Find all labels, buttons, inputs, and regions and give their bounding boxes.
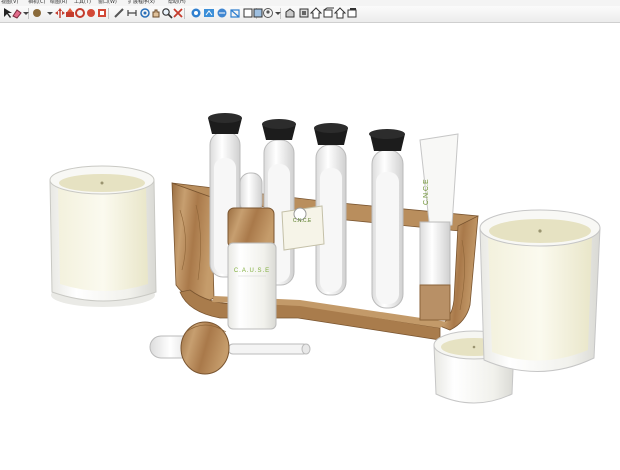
front-view-icon[interactable] bbox=[310, 7, 322, 19]
right-candle[interactable] bbox=[479, 209, 601, 372]
left-view-icon[interactable] bbox=[346, 7, 358, 19]
xray-icon[interactable] bbox=[203, 7, 215, 19]
model-viewport[interactable]: C.N.C.E C.A.U.S.E C.N.C.E bbox=[0, 23, 620, 466]
menu-item-0[interactable]: 视图(V) bbox=[1, 0, 18, 5]
dropdown-icon[interactable] bbox=[44, 7, 53, 19]
dropper-label: C.A.U.S.E bbox=[234, 268, 270, 274]
back-edges-icon[interactable] bbox=[216, 7, 228, 19]
top-view-icon[interactable] bbox=[298, 7, 310, 19]
menu-item-1[interactable]: 相机(C) bbox=[28, 0, 45, 5]
toolbar bbox=[0, 6, 620, 23]
loose-dropper[interactable] bbox=[149, 321, 311, 375]
section-plane-icon[interactable] bbox=[190, 7, 202, 19]
tube-label: C.N.C.E bbox=[423, 179, 430, 205]
tape-measure-icon[interactable] bbox=[113, 7, 125, 19]
dimension-icon[interactable] bbox=[126, 7, 138, 19]
left-candle[interactable] bbox=[49, 165, 157, 307]
dropdown-icon[interactable] bbox=[272, 7, 281, 19]
hang-tag[interactable]: C.N.C.E bbox=[281, 205, 325, 251]
scene-canvas[interactable]: C.N.C.E C.A.U.S.E C.N.C.E bbox=[0, 23, 620, 466]
zoom-extents-icon[interactable] bbox=[172, 7, 184, 19]
scale-icon[interactable] bbox=[96, 7, 108, 19]
paint-bucket-icon[interactable] bbox=[31, 7, 43, 19]
tag-label: C.N.C.E bbox=[293, 218, 312, 224]
iso-view-icon[interactable] bbox=[284, 7, 296, 19]
dropdown-icon[interactable] bbox=[20, 7, 29, 19]
menu-item-4[interactable]: 窗口(W) bbox=[98, 0, 117, 5]
test-tube-4[interactable] bbox=[369, 129, 405, 309]
menu-item-2[interactable]: 绘图(R) bbox=[50, 0, 67, 5]
back-view-icon[interactable] bbox=[334, 7, 346, 19]
toolbar-separator bbox=[184, 8, 185, 19]
right-view-icon[interactable] bbox=[322, 7, 334, 19]
menu-item-3[interactable]: 工具(T) bbox=[74, 0, 91, 5]
wireframe-icon[interactable] bbox=[229, 7, 241, 19]
menu-item-5[interactable]: 扩展程序(x) bbox=[128, 0, 155, 5]
menu-item-6[interactable]: 帮助(H) bbox=[168, 0, 186, 5]
toolbar-separator bbox=[108, 8, 109, 19]
